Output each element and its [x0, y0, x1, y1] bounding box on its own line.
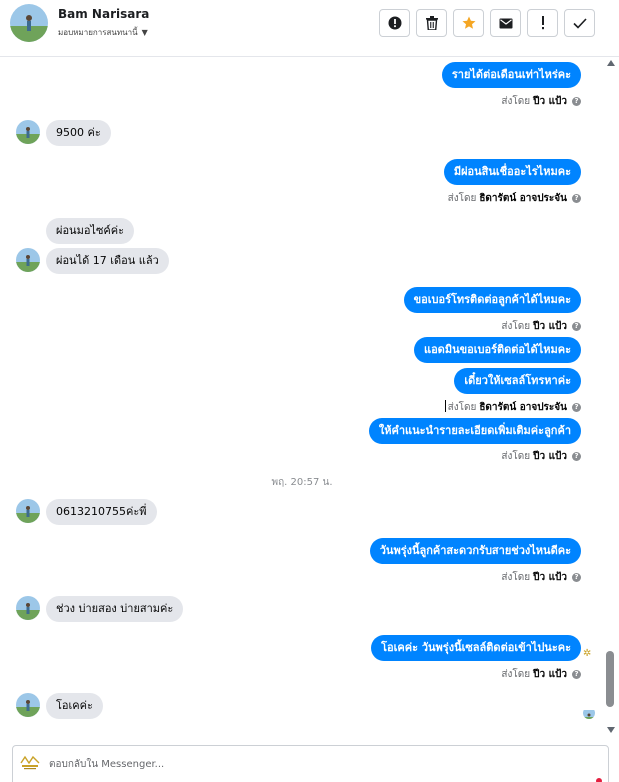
message-timestamp: พฤ. 20:57 น.	[271, 477, 333, 488]
question-icon[interactable]: ?	[572, 97, 581, 106]
checkmark-icon	[572, 17, 587, 29]
mark-unread-button[interactable]	[490, 9, 521, 37]
mark-done-button[interactable]	[564, 9, 595, 37]
sent-by-prefix: ส่งโดย	[501, 669, 531, 680]
question-icon[interactable]: ?	[572, 322, 581, 331]
spam-button[interactable]	[379, 9, 410, 37]
sent-by-label: ส่งโดย ธิดารัตน์ อาจประจัน ?	[448, 191, 581, 206]
message-incoming[interactable]: ผ่อนมอไซค์ค่ะ	[46, 218, 135, 244]
reply-composer	[12, 745, 609, 782]
sender-name: ปีว แป้ว	[533, 451, 567, 462]
scroll-down-arrow-icon[interactable]	[607, 727, 615, 733]
sent-by-prefix: ส่งโดย	[447, 193, 477, 204]
sender-name: ปีว แป้ว	[533, 321, 567, 332]
sent-by-label: ส่งโดย ปีว แป้ว ?	[501, 667, 581, 682]
sender-name: ธิดารัตน์ อาจประจัน	[479, 402, 567, 413]
chevron-down-icon: ▼	[141, 28, 148, 37]
scroll-up-arrow-icon[interactable]	[607, 60, 615, 66]
contact-avatar[interactable]	[10, 4, 48, 42]
notification-dot	[596, 778, 602, 782]
sent-by-label: ส่งโดย ปีว แป้ว ?	[501, 94, 581, 109]
sent-by-prefix: ส่งโดย	[501, 451, 531, 462]
assign-label: มอบหมายการสนทนานี้	[58, 28, 138, 37]
message-incoming[interactable]: 0613210755ค่ะพี่	[46, 499, 157, 525]
question-icon[interactable]: ?	[572, 452, 581, 461]
sender-name: ปีว แป้ว	[533, 669, 567, 680]
sent-by-label: ส่งโดย ปีว แป้ว ?	[501, 449, 581, 464]
message-outgoing[interactable]: รายได้ต่อเดือนเท่าไหร่คะ	[441, 62, 581, 88]
sent-by-label: ส่งโดย ธิดารัตน์ อาจประจัน ?	[448, 400, 581, 415]
delete-button[interactable]	[416, 9, 447, 37]
sent-by-prefix: ส่งโดย	[501, 321, 531, 332]
contact-avatar-small	[16, 248, 40, 272]
contact-avatar-small	[16, 120, 40, 144]
assign-conversation-dropdown[interactable]: มอบหมายการสนทนานี้ ▼	[58, 26, 148, 39]
message-outgoing[interactable]: แอดมินขอเบอร์ติดต่อได้ไหมคะ	[413, 337, 581, 363]
reply-input[interactable]	[49, 746, 589, 782]
seen-sticker-icon: ✲	[583, 648, 592, 659]
message-outgoing[interactable]: ขอเบอร์โทรติดต่อลูกค้าได้ไหมคะ	[403, 287, 581, 313]
message-outgoing[interactable]: เดี๋ยวให้เซลล์โทรหาค่ะ	[454, 368, 581, 394]
contact-avatar-small	[16, 499, 40, 523]
message-incoming[interactable]: ช่วง บ่ายสอง บ่ายสามค่ะ	[46, 596, 184, 622]
question-icon[interactable]: ?	[572, 670, 581, 679]
trash-icon	[425, 16, 438, 30]
sent-by-prefix: ส่งโดย	[501, 96, 531, 107]
message-outgoing[interactable]: โอเคค่ะ วันพรุ่งนี้เซลล์ติดต่อเข้าไปนะคะ	[371, 635, 581, 661]
sent-by-prefix: ส่งโดย	[447, 402, 477, 413]
sent-by-label: ส่งโดย ปีว แป้ว ?	[501, 319, 581, 334]
question-icon[interactable]: ?	[572, 403, 581, 412]
message-incoming[interactable]: โอเคค่ะ	[46, 693, 103, 719]
sent-by-label: ส่งโดย ปีว แป้ว ?	[501, 570, 581, 585]
question-icon[interactable]: ?	[572, 573, 581, 582]
header-actions	[379, 9, 595, 37]
message-outgoing[interactable]: วันพรุ่งนี้ลูกค้าสะดวกรับสายช่วงไหนดีคะ	[369, 538, 581, 564]
star-button[interactable]	[453, 9, 484, 37]
text-cursor	[445, 400, 446, 412]
contact-avatar-small	[16, 596, 40, 620]
question-icon[interactable]: ?	[572, 194, 581, 203]
exclamation-circle-icon	[388, 16, 401, 30]
message-outgoing[interactable]: มีผ่อนสินเชื่ออะไรไหมคะ	[443, 159, 581, 185]
message-outgoing[interactable]: ให้คำแนะนำรายละเอียดเพิ่มเติมค่ะลูกค้า	[368, 418, 581, 444]
exclamation-icon	[541, 16, 544, 30]
sender-name: ปีว แป้ว	[533, 96, 567, 107]
scroll-thumb[interactable]	[606, 651, 614, 707]
sender-name: ปีว แป้ว	[533, 572, 567, 583]
page-logo-icon	[19, 754, 41, 772]
message-incoming[interactable]: ผ่อนได้ 17 เดือน แล้ว	[46, 248, 169, 274]
sender-name: ธิดารัตน์ อาจประจัน	[479, 193, 567, 204]
sent-by-prefix: ส่งโดย	[501, 572, 531, 583]
conversation-header: Bam Narisara มอบหมายการสนทนานี้ ▼	[0, 0, 619, 57]
message-scrollbar[interactable]	[604, 57, 619, 740]
follow-up-button[interactable]	[527, 9, 558, 37]
read-receipt-avatar	[583, 707, 595, 719]
message-thread[interactable]: รายได้ต่อเดือนเท่าไหร่คะ ส่งโดย ปีว แป้ว…	[0, 57, 604, 740]
message-incoming[interactable]: 9500 ค่ะ	[46, 120, 111, 146]
envelope-icon	[499, 18, 512, 28]
contact-name: Bam Narisara	[58, 7, 150, 21]
star-icon	[462, 16, 475, 29]
contact-avatar-small	[16, 693, 40, 717]
